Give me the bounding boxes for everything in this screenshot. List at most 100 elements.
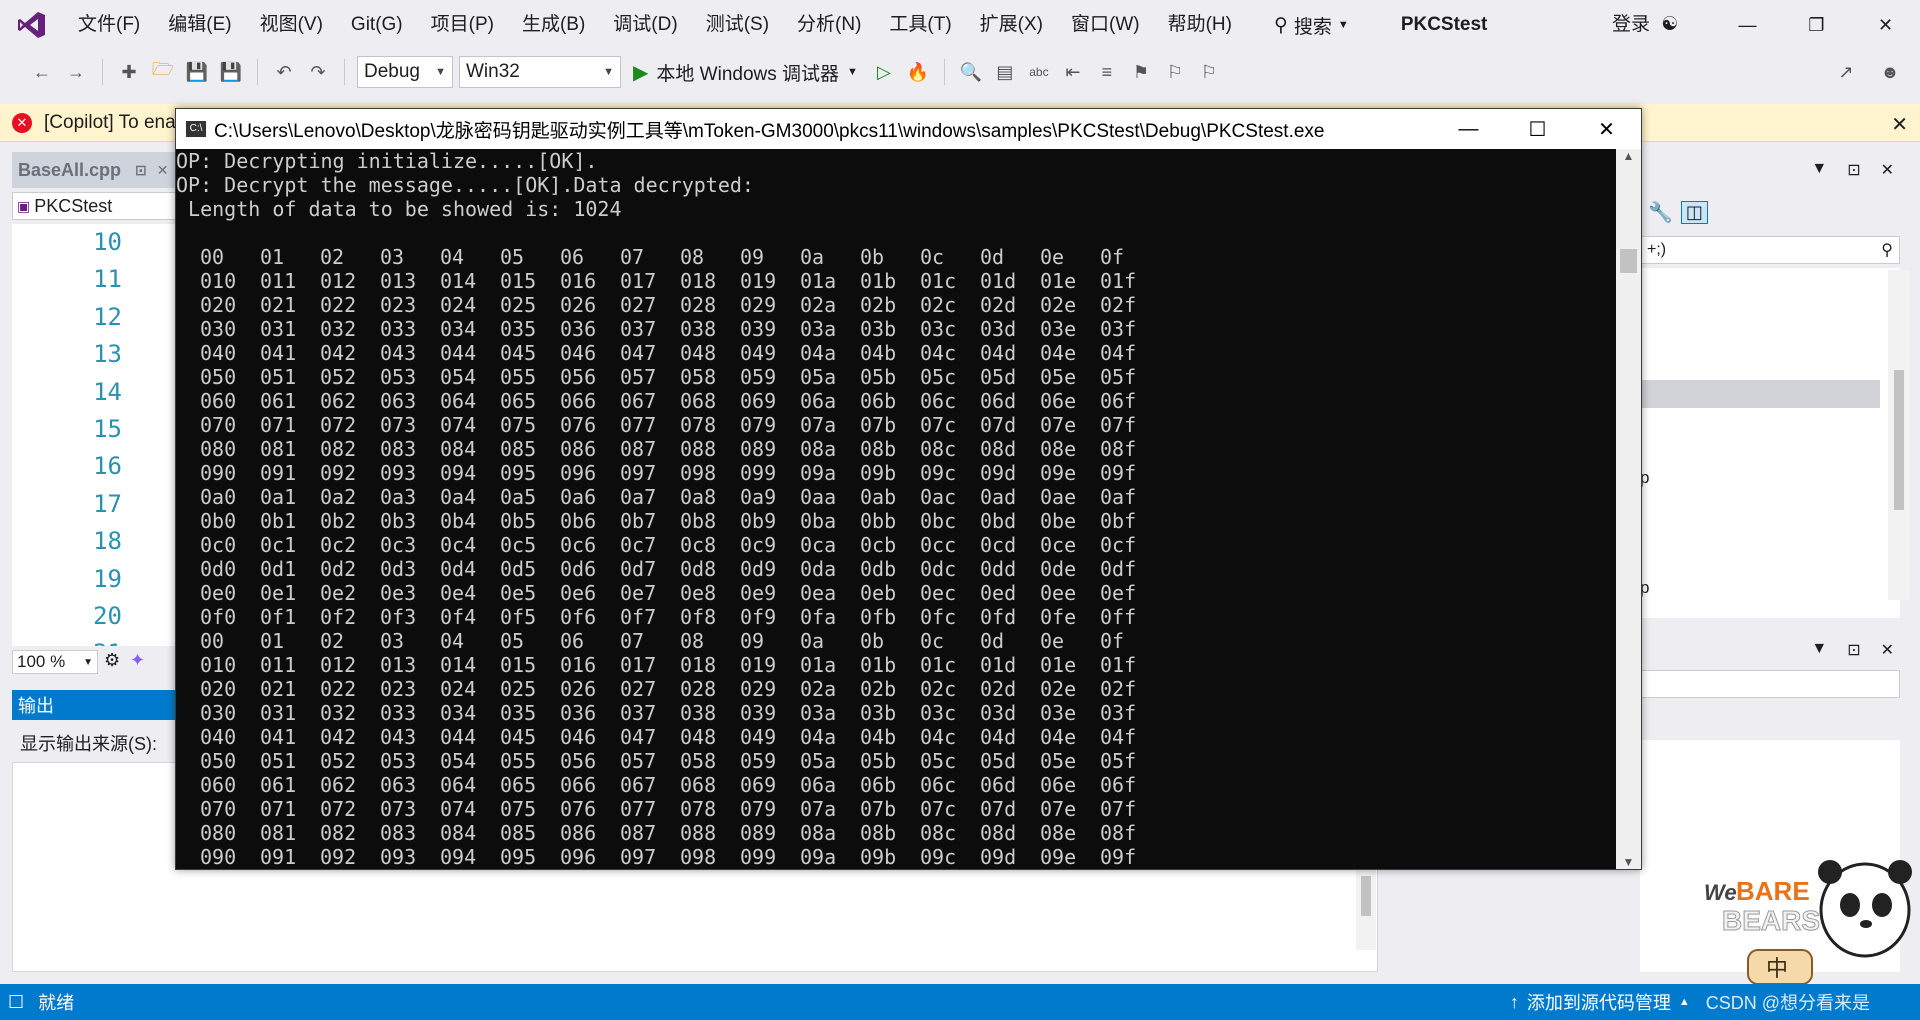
indent-icon[interactable]: ⇤ [1059, 58, 1087, 86]
console-output[interactable]: OP: Decrypting initialize.....[OK]. OP: D… [176, 149, 1616, 869]
hex-cell: 0dd [980, 557, 1017, 581]
hex-cell: 035 [500, 317, 537, 341]
menu-item[interactable]: 帮助(H) [1154, 0, 1246, 50]
hex-cell: 023 [380, 293, 417, 317]
hex-cell: 0d1 [260, 557, 297, 581]
hex-cell: 08b [860, 437, 897, 461]
zoom-select[interactable]: 100 % ▼ [12, 650, 98, 674]
hex-row: 0b0 0b1 0b2 0b3 0b4 0b5 0b6 0b7 0b8 0b9 0ba 0bb 0bc 0… [176, 509, 1616, 533]
forward-icon[interactable]: → [62, 58, 90, 86]
scroll-down-icon[interactable]: ▼ [1616, 855, 1641, 869]
hex-cell: 054 [440, 365, 477, 389]
menu-item[interactable]: 分析(N) [783, 0, 875, 50]
bookmark-icon[interactable]: ⚑ [1127, 58, 1155, 86]
scrollbar-thumb[interactable] [1894, 370, 1904, 510]
add-to-source-control-button[interactable]: 添加到源代码管理 [1527, 989, 1671, 1015]
share-icon[interactable]: ↗ [1832, 58, 1860, 86]
start-debugging-button[interactable]: ▶ 本地 Windows 调试器 ▼ [627, 59, 864, 86]
find-in-files-icon[interactable]: 🔍 [957, 58, 985, 86]
console-maximize-button[interactable]: ☐ [1503, 109, 1572, 149]
hex-cell: 05f [1100, 749, 1137, 773]
redo-icon[interactable]: ↷ [304, 58, 332, 86]
hex-cell: 08e [1040, 437, 1077, 461]
hex-cell: 03e [1040, 701, 1077, 725]
close-icon[interactable]: ✕ [1891, 112, 1908, 137]
hex-cell: 085 [500, 821, 537, 845]
menu-item[interactable]: 视图(V) [246, 0, 337, 50]
scroll-up-icon[interactable]: ▲ [1616, 149, 1641, 163]
menu-item[interactable]: 编辑(E) [154, 0, 245, 50]
copilot-icon[interactable]: ⚙ [104, 650, 120, 671]
output-scrollbar[interactable] [1356, 870, 1376, 950]
pin-icon[interactable]: ⊡ [1847, 160, 1860, 186]
menu-item[interactable]: 窗口(W) [1057, 0, 1154, 50]
undo-icon[interactable]: ↶ [270, 58, 298, 86]
spellcheck-icon[interactable]: abc [1025, 58, 1053, 86]
configuration-select[interactable]: Debug ▼ [357, 56, 453, 88]
output-panel-title[interactable]: 输出 [12, 690, 178, 720]
hex-cell: 062 [320, 389, 357, 413]
menu-item[interactable]: 扩展(X) [966, 0, 1057, 50]
console-title-bar[interactable]: C:\ C:\Users\Lenovo\Desktop\龙脉密码钥匙驱动实例工具… [176, 109, 1641, 149]
hex-cell: 092 [320, 461, 357, 485]
editor-tab[interactable]: BaseAll.cpp ⊡ ✕ [12, 152, 178, 188]
hex-cell: 069 [740, 389, 777, 413]
hex-cell: 074 [440, 797, 477, 821]
hex-cell: 06d [980, 389, 1017, 413]
pin-icon[interactable]: ⊡ [1847, 640, 1860, 666]
chevron-down-icon[interactable]: ▼ [1811, 640, 1827, 666]
console-minimize-button[interactable]: — [1434, 109, 1503, 149]
close-button[interactable]: ✕ [1851, 0, 1920, 50]
next-bookmark-icon[interactable]: ⚐ [1195, 58, 1223, 86]
hex-cell: 088 [680, 437, 717, 461]
pin-icon[interactable]: ⊡ [135, 162, 147, 179]
console-window[interactable]: C:\ C:\Users\Lenovo\Desktop\龙脉密码钥匙驱动实例工具… [175, 108, 1642, 870]
close-icon[interactable]: ✕ [1881, 160, 1894, 186]
start-without-debugging-icon[interactable]: ▷ [870, 58, 898, 86]
project-navigation-select[interactable]: ▣ PKCStest [12, 192, 178, 220]
hex-cell: 0c9 [740, 533, 777, 557]
restore-button[interactable]: ❐ [1782, 0, 1851, 50]
feedback-icon[interactable]: ☻ [1876, 58, 1904, 86]
prev-bookmark-icon[interactable]: ⚐ [1161, 58, 1189, 86]
solution-tree[interactable]: p p [1640, 268, 1900, 618]
chevron-down-icon[interactable]: ▼ [1811, 160, 1827, 186]
hex-cell: 045 [500, 341, 537, 365]
hex-cell: 023 [380, 677, 417, 701]
menu-item[interactable]: 项目(P) [417, 0, 508, 50]
solution-explorer-search[interactable]: +;) ⚲ [1640, 236, 1900, 264]
preview-icon[interactable]: ◫ [1680, 200, 1708, 224]
menu-item[interactable]: Git(G) [337, 0, 417, 50]
search-box[interactable]: ⚲ 搜索 ▼ [1262, 12, 1361, 39]
new-project-icon[interactable]: ✚ [115, 58, 143, 86]
menu-item[interactable]: 调试(D) [599, 0, 691, 50]
comment-icon[interactable]: ≡ [1093, 58, 1121, 86]
menu-item[interactable]: 工具(T) [875, 0, 965, 50]
console-close-button[interactable]: ✕ [1572, 109, 1641, 149]
solution-tree-scrollbar[interactable] [1888, 270, 1910, 600]
open-folder-icon[interactable]: 🗁 [149, 58, 177, 86]
scrollbar-thumb[interactable] [1361, 876, 1371, 916]
platform-select[interactable]: Win32 ▼ [459, 56, 621, 88]
scrollbar-thumb[interactable] [1620, 249, 1637, 273]
tree-selected-row[interactable] [1640, 380, 1880, 408]
close-icon[interactable]: ✕ [1881, 640, 1894, 666]
save-icon[interactable]: 💾 [183, 58, 211, 86]
hex-cell: 0a3 [380, 485, 417, 509]
hex-cell: 044 [440, 341, 477, 365]
hex-cell: 01 [260, 245, 285, 269]
hot-reload-icon[interactable]: 🔥 [904, 58, 932, 86]
back-icon[interactable]: ← [28, 58, 56, 86]
layout-icon[interactable]: ▤ [991, 58, 1019, 86]
minimize-button[interactable]: — [1713, 0, 1782, 50]
wrench-icon[interactable]: 🔧 [1648, 200, 1673, 225]
hex-cell: 0fb [860, 605, 897, 629]
properties-object-select[interactable] [1640, 670, 1900, 698]
menu-item[interactable]: 文件(F) [64, 0, 154, 50]
save-all-icon[interactable]: 💾 [217, 58, 245, 86]
intellicode-icon[interactable]: ✦ [130, 650, 145, 671]
menu-item[interactable]: 测试(S) [692, 0, 783, 50]
menu-item[interactable]: 生成(B) [508, 0, 599, 50]
login-button[interactable]: 登录 ☯ [1612, 0, 1678, 50]
close-icon[interactable]: ✕ [157, 162, 169, 179]
